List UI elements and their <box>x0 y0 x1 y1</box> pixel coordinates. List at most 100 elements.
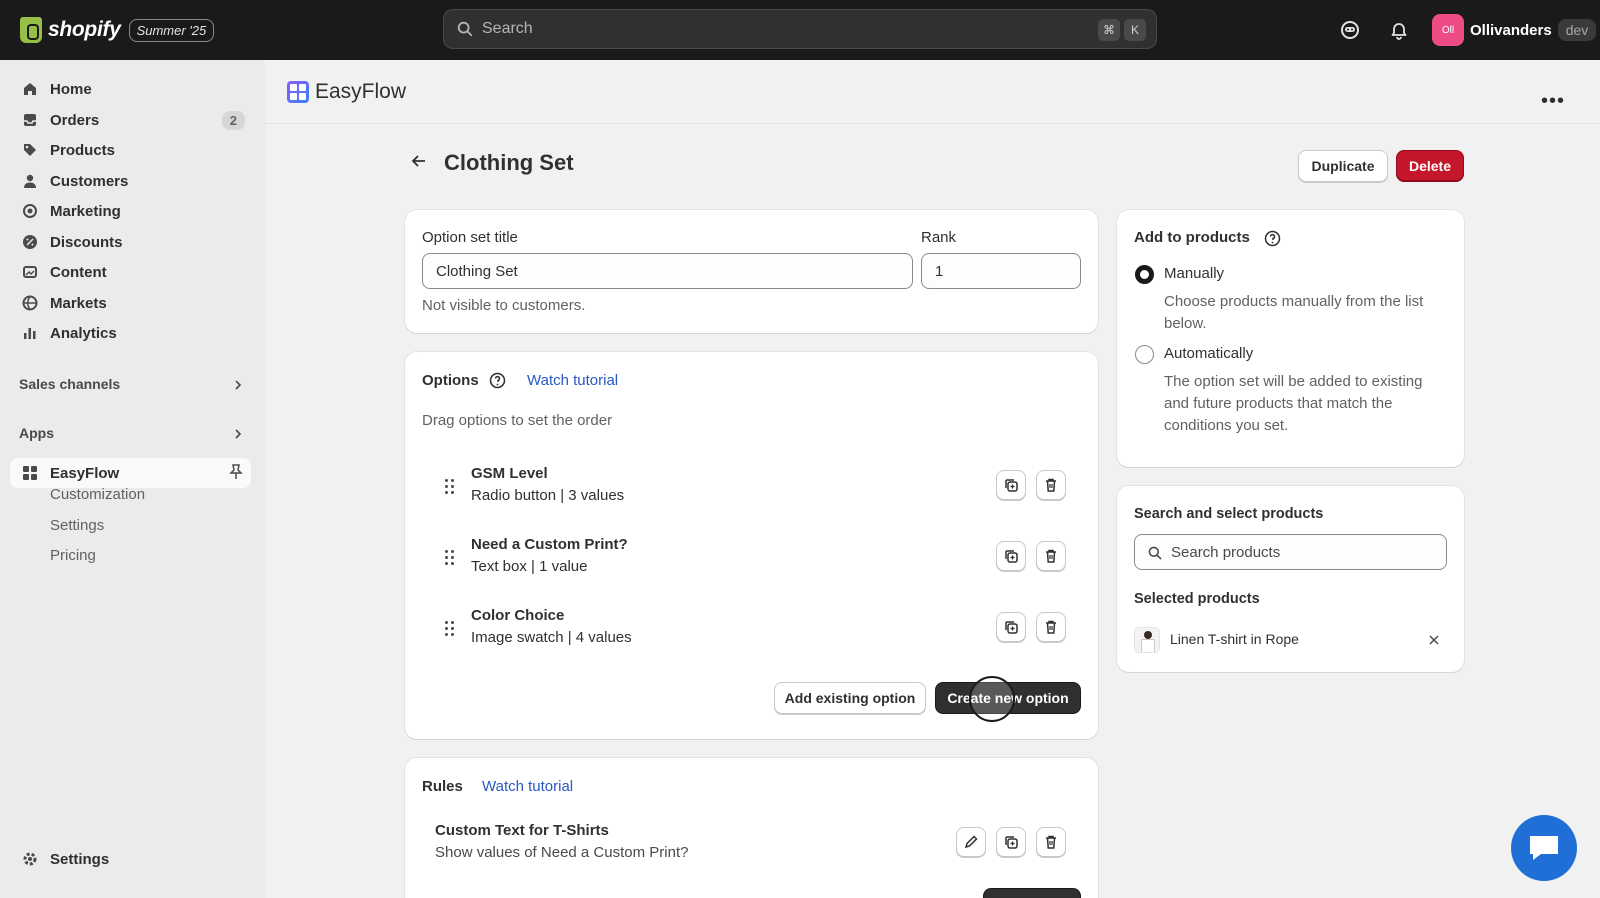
copy-icon <box>1005 479 1018 492</box>
pin-icon[interactable] <box>229 464 243 484</box>
sidebar-item-label: Content <box>50 263 107 281</box>
more-actions-icon[interactable]: ••• <box>1541 90 1565 113</box>
edition-badge[interactable]: Summer '25 <box>128 18 215 42</box>
copy-icon <box>1005 621 1018 634</box>
gear-icon <box>20 849 40 869</box>
shopify-bag-icon <box>20 17 42 43</box>
sidebar-item-home[interactable]: Home <box>10 74 251 104</box>
rules-watch-tutorial-link[interactable]: Watch tutorial <box>482 778 573 795</box>
sidebar-subitem-pricing[interactable]: Pricing <box>50 547 96 564</box>
top-bar: shopify Summer '25 Search ⌘ K Oll Olliva… <box>0 0 1600 60</box>
bell-icon[interactable] <box>1388 19 1410 41</box>
sidebar-subitem-settings[interactable]: Settings <box>50 517 104 534</box>
sidebar-item-label: Products <box>50 141 116 159</box>
shopify-logo[interactable]: shopify <box>20 17 121 43</box>
delete-option-button[interactable] <box>1036 470 1066 500</box>
orders-count-badge: 2 <box>221 110 245 130</box>
delete-option-button[interactable] <box>1036 612 1066 642</box>
automatically-radio[interactable] <box>1135 345 1154 364</box>
target-icon <box>20 201 40 221</box>
option-title: Color Choice <box>471 607 565 624</box>
selected-products-heading: Selected products <box>1134 591 1260 607</box>
chat-button[interactable] <box>1511 815 1577 881</box>
bar-chart-icon <box>20 323 40 343</box>
option-subtitle: Radio button | 3 values <box>471 487 625 504</box>
sidebar-item-label: Marketing <box>50 202 121 220</box>
sidebar: Home Orders 2 Products Customers Marketi… <box>0 60 265 898</box>
option-title: GSM Level <box>471 465 548 482</box>
delete-button[interactable]: Delete <box>1396 150 1464 182</box>
sidebar-subitem-customization[interactable]: Customization <box>50 486 145 503</box>
sidebar-item-settings[interactable]: Settings <box>10 844 251 874</box>
sidebar-item-orders[interactable]: Orders 2 <box>10 105 251 135</box>
sidebar-item-markets[interactable]: Markets <box>10 288 251 318</box>
search-icon <box>1148 546 1162 560</box>
sidebar-item-customers[interactable]: Customers <box>10 166 251 196</box>
duplicate-rule-button[interactable] <box>996 827 1026 857</box>
search-products-input[interactable]: Search products <box>1134 534 1447 570</box>
option-set-title-input[interactable]: Clothing Set <box>422 253 913 289</box>
duplicate-button[interactable]: Duplicate <box>1298 150 1388 182</box>
search-products-placeholder: Search products <box>1171 543 1281 561</box>
rules-card: Rules Watch tutorial Custom Text for T-S… <box>405 758 1098 898</box>
automatically-description: The option set will be added to existing… <box>1164 373 1423 434</box>
sidebar-item-label: Analytics <box>50 324 117 342</box>
option-set-details-card: Option set title Clothing Set Rank 1 Not… <box>405 210 1098 333</box>
sidebar-item-easyflow[interactable]: EasyFlow <box>10 458 251 488</box>
shortcut-cmd-key: ⌘ <box>1098 19 1120 41</box>
add-rule-button[interactable] <box>983 888 1081 898</box>
drag-handle-icon[interactable] <box>445 550 455 565</box>
person-icon <box>20 171 40 191</box>
store-badge: dev <box>1557 19 1597 41</box>
assistant-icon[interactable] <box>1339 19 1361 41</box>
duplicate-option-button[interactable] <box>996 541 1026 571</box>
trash-icon <box>1046 835 1056 849</box>
options-watch-tutorial-link[interactable]: Watch tutorial <box>527 372 618 389</box>
trash-icon <box>1046 478 1056 492</box>
global-search[interactable]: Search ⌘ K <box>443 9 1157 49</box>
title-help-text: Not visible to customers. <box>422 297 586 314</box>
drag-handle-icon[interactable] <box>445 621 455 636</box>
chevron-right-icon[interactable] <box>232 427 244 444</box>
manually-label[interactable]: Manually <box>1164 265 1224 282</box>
copy-icon <box>1005 550 1018 563</box>
automatically-label[interactable]: Automatically <box>1164 345 1253 362</box>
tag-icon <box>20 140 40 160</box>
sales-channels-heading[interactable]: Sales channels <box>19 376 120 392</box>
add-existing-option-button[interactable]: Add existing option <box>774 682 926 714</box>
app-header: EasyFlow ••• <box>265 60 1600 124</box>
sidebar-item-marketing[interactable]: Marketing <box>10 196 251 226</box>
duplicate-option-button[interactable] <box>996 470 1026 500</box>
duplicate-option-button[interactable] <box>996 612 1026 642</box>
options-heading: Options <box>422 372 479 389</box>
chat-bubble-icon <box>1530 836 1558 860</box>
chevron-right-icon[interactable] <box>232 378 244 395</box>
app-title: EasyFlow <box>315 79 407 103</box>
delete-option-button[interactable] <box>1036 541 1066 571</box>
sidebar-item-content[interactable]: Content <box>10 257 251 287</box>
apps-heading[interactable]: Apps <box>19 425 54 441</box>
edit-rule-button[interactable] <box>956 827 986 857</box>
avatar: Oll <box>1432 14 1464 46</box>
sidebar-item-discounts[interactable]: Discounts <box>10 227 251 257</box>
sidebar-item-products[interactable]: Products <box>10 135 251 165</box>
help-circle-icon[interactable] <box>489 372 506 393</box>
globe-icon <box>20 293 40 313</box>
search-products-heading: Search and select products <box>1134 506 1324 522</box>
rank-input[interactable]: 1 <box>921 253 1081 289</box>
brand-name: shopify <box>48 18 121 41</box>
delete-rule-button[interactable] <box>1036 827 1066 857</box>
page-title: Clothing Set <box>444 150 574 175</box>
back-arrow-icon[interactable] <box>410 152 428 174</box>
rank-label: Rank <box>921 229 957 246</box>
option-title: Need a Custom Print? <box>471 536 628 553</box>
search-icon <box>457 21 473 37</box>
sidebar-item-analytics[interactable]: Analytics <box>10 318 251 348</box>
manually-radio[interactable] <box>1135 265 1154 284</box>
drag-handle-icon[interactable] <box>445 479 455 494</box>
help-circle-icon[interactable] <box>1264 230 1281 251</box>
sidebar-item-label: Settings <box>50 850 110 868</box>
store-switcher[interactable]: Oll Ollivanders dev <box>1432 13 1597 47</box>
remove-product-close-icon[interactable] <box>1428 633 1440 650</box>
options-hint: Drag options to set the order <box>422 412 613 429</box>
